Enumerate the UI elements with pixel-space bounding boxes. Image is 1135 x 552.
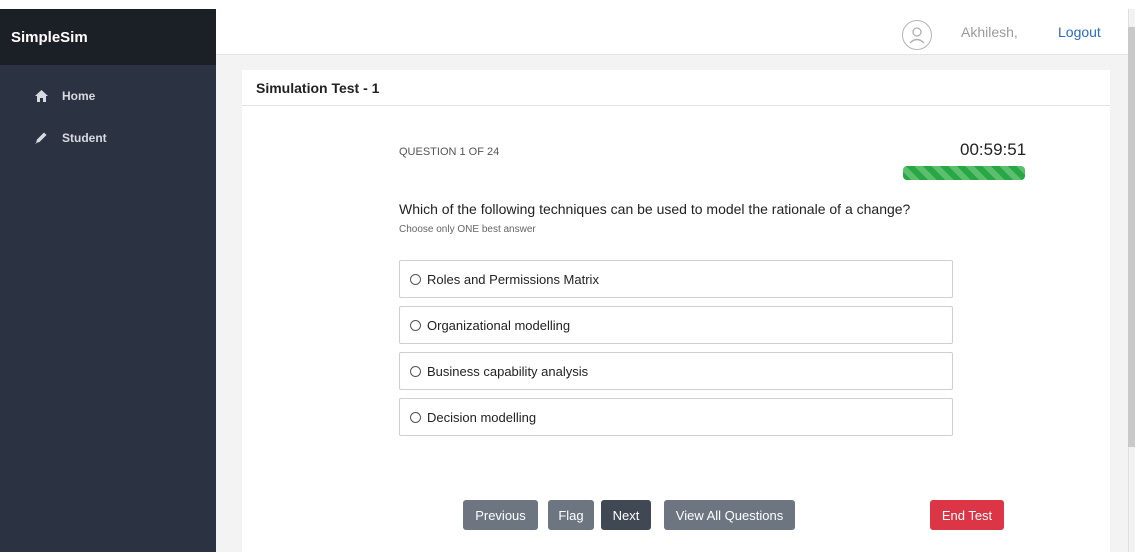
- next-button[interactable]: Next: [601, 500, 651, 530]
- answer-options: Roles and Permissions Matrix Organizatio…: [399, 260, 953, 444]
- answer-option[interactable]: Organizational modelling: [399, 306, 953, 344]
- option-label: Organizational modelling: [427, 317, 571, 333]
- sidebar: SimpleSim Home Student: [0, 0, 216, 552]
- top-bar: Akhilesh, Logout: [216, 9, 1135, 55]
- scrollbar[interactable]: [1128, 9, 1135, 552]
- username: Akhilesh,: [961, 24, 1018, 40]
- view-all-questions-button[interactable]: View All Questions: [664, 500, 795, 530]
- end-test-button[interactable]: End Test: [930, 500, 1004, 530]
- sidebar-item-label: Home: [62, 89, 96, 103]
- answer-hint: Choose only ONE best answer: [399, 224, 536, 235]
- answer-option[interactable]: Roles and Permissions Matrix: [399, 260, 953, 298]
- answer-option[interactable]: Business capability analysis: [399, 352, 953, 390]
- logout-link[interactable]: Logout: [1058, 24, 1101, 40]
- radio-button[interactable]: [410, 365, 421, 377]
- question-text: Which of the following techniques can be…: [399, 201, 911, 217]
- timer: 00:59:51: [960, 140, 1027, 159]
- sidebar-item-student[interactable]: Student: [0, 117, 216, 159]
- option-label: Business capability analysis: [427, 363, 589, 379]
- radio-button[interactable]: [410, 273, 421, 285]
- test-card: Simulation Test - 1 QUESTION 1 OF 24 00:…: [242, 70, 1110, 552]
- radio-button[interactable]: [410, 319, 421, 331]
- card-title: Simulation Test - 1: [242, 70, 1110, 106]
- scrollbar-thumb[interactable]: [1128, 27, 1135, 447]
- home-icon: [33, 88, 49, 104]
- sidebar-nav: Home Student: [0, 75, 216, 159]
- radio-button[interactable]: [410, 411, 421, 423]
- flag-button[interactable]: Flag: [548, 500, 594, 530]
- user-avatar-icon[interactable]: [902, 20, 932, 50]
- sidebar-item-label: Student: [62, 131, 107, 145]
- question-counter: QUESTION 1 OF 24: [399, 146, 500, 158]
- sidebar-item-home[interactable]: Home: [0, 75, 216, 117]
- option-label: Roles and Permissions Matrix: [427, 271, 599, 287]
- option-label: Decision modelling: [427, 409, 537, 425]
- timer-progress-bar: [903, 166, 1025, 180]
- brand-logo[interactable]: SimpleSim: [0, 9, 216, 65]
- answer-option[interactable]: Decision modelling: [399, 398, 953, 436]
- pencil-icon: [33, 130, 49, 146]
- previous-button[interactable]: Previous: [463, 500, 538, 530]
